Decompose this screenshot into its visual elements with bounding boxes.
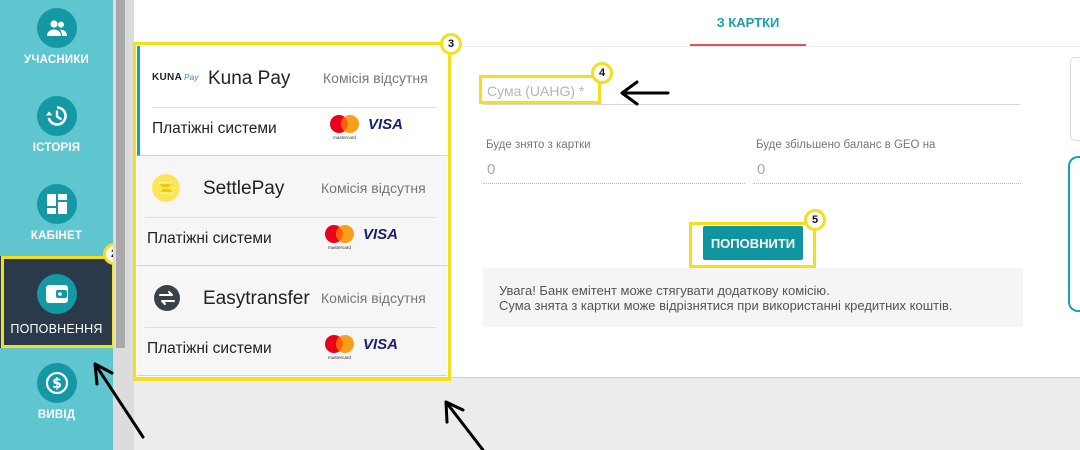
arrow-icon [444,400,485,450]
annotation-arrows [93,80,670,450]
arrow-icon [93,362,145,439]
arrow-icon [620,80,670,106]
